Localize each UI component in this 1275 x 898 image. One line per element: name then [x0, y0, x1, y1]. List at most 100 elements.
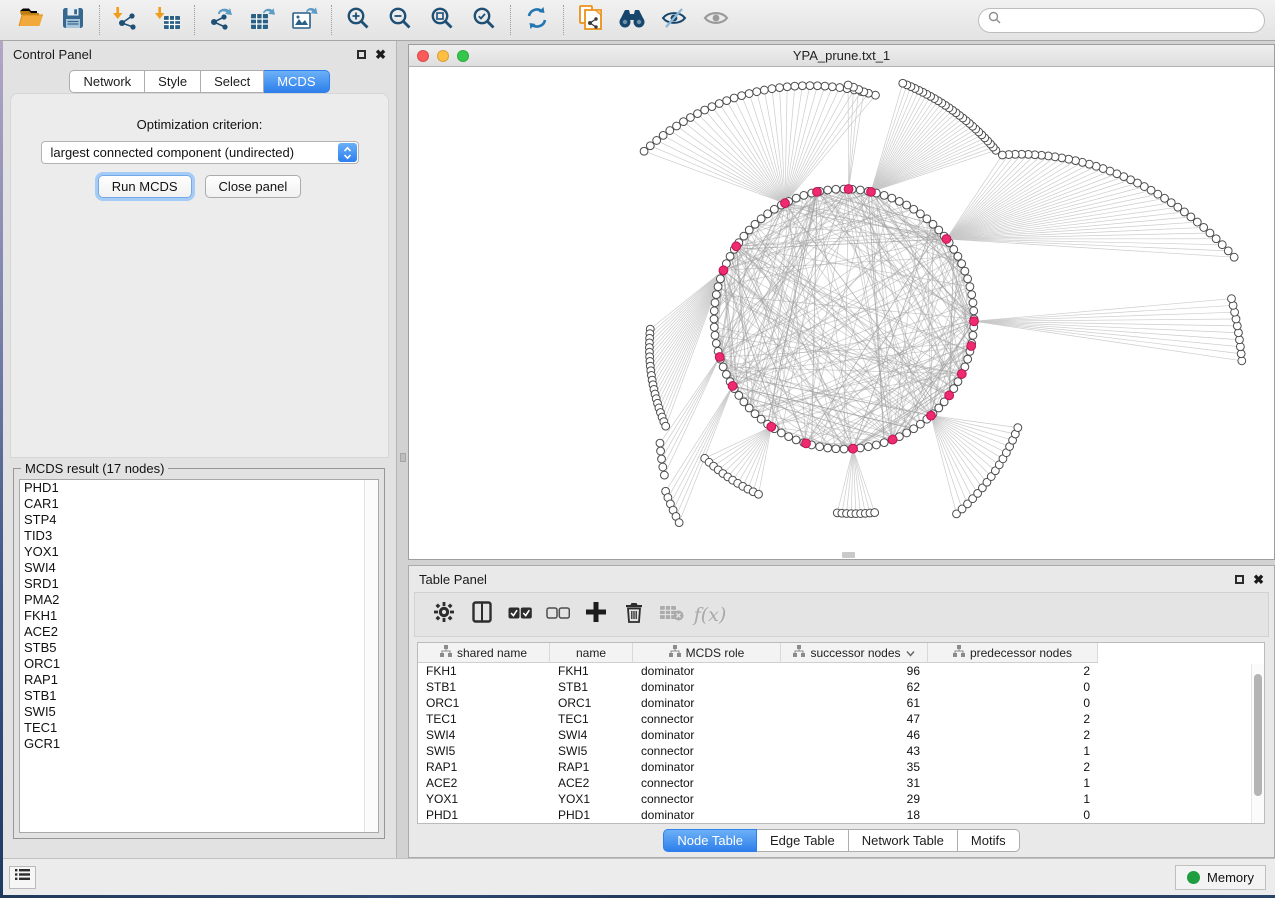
tab-style[interactable]: Style — [145, 70, 201, 93]
table-cell[interactable]: TEC1 — [550, 711, 633, 727]
table-row[interactable]: ACE2ACE2connector311 — [418, 775, 1264, 791]
table-settings-button[interactable] — [425, 597, 463, 633]
run-mcds-button[interactable]: Run MCDS — [98, 175, 192, 198]
table-cell[interactable]: connector — [633, 711, 781, 727]
zoom-out-button[interactable] — [379, 3, 421, 37]
network-splitter-grip[interactable] — [842, 552, 855, 558]
table-cell[interactable]: 1 — [928, 775, 1098, 791]
import-network-button[interactable] — [105, 3, 147, 37]
column-header-name[interactable]: name — [550, 643, 633, 663]
mcds-node-item[interactable]: TID3 — [20, 528, 378, 544]
close-table-panel-icon[interactable]: ✖ — [1253, 575, 1264, 584]
table-cell[interactable]: 0 — [928, 807, 1098, 823]
save-session-button[interactable] — [52, 3, 94, 37]
window-maximize-icon[interactable] — [457, 50, 469, 62]
table-row[interactable]: SWI4SWI4dominator462 — [418, 727, 1264, 743]
clone-network-button[interactable] — [569, 3, 611, 37]
mcds-node-item[interactable]: GCR1 — [20, 736, 378, 752]
table-cell[interactable]: dominator — [633, 807, 781, 823]
table-cell[interactable]: ORC1 — [550, 695, 633, 711]
table-cell[interactable]: 2 — [928, 727, 1098, 743]
mcds-node-item[interactable]: FKH1 — [20, 608, 378, 624]
export-network-button[interactable] — [200, 3, 242, 37]
table-cell[interactable]: 0 — [928, 695, 1098, 711]
table-cell[interactable]: ACE2 — [550, 775, 633, 791]
export-image-button[interactable] — [284, 3, 326, 37]
table-row[interactable]: PHD1PHD1dominator180 — [418, 807, 1264, 823]
table-row[interactable]: FKH1FKH1dominator962 — [418, 663, 1264, 679]
table-cell[interactable]: 1 — [928, 791, 1098, 807]
table-cell[interactable]: ACE2 — [418, 775, 550, 791]
column-header-successor-nodes[interactable]: successor nodes — [781, 643, 928, 663]
table-cell[interactable]: 2 — [928, 759, 1098, 775]
mcds-node-item[interactable]: RAP1 — [20, 672, 378, 688]
table-cell[interactable]: YOX1 — [550, 791, 633, 807]
mcds-node-item[interactable]: SWI5 — [20, 704, 378, 720]
table-cell[interactable]: 18 — [781, 807, 928, 823]
select-all-button[interactable] — [501, 597, 539, 633]
zoom-fit-button[interactable] — [421, 3, 463, 37]
show-all-button[interactable] — [695, 3, 737, 37]
mcds-node-item[interactable]: YOX1 — [20, 544, 378, 560]
window-close-icon[interactable] — [417, 50, 429, 62]
mcds-node-item[interactable]: PHD1 — [20, 480, 378, 496]
refresh-button[interactable] — [516, 3, 558, 37]
table-cell[interactable]: connector — [633, 791, 781, 807]
table-row[interactable]: ORC1ORC1dominator610 — [418, 695, 1264, 711]
table-cell[interactable]: 2 — [928, 663, 1098, 679]
table-cell[interactable]: 1 — [928, 743, 1098, 759]
find-button[interactable] — [611, 3, 653, 37]
table-cell[interactable]: PHD1 — [550, 807, 633, 823]
zoom-in-button[interactable] — [337, 3, 379, 37]
table-cell[interactable]: dominator — [633, 695, 781, 711]
show-columns-button[interactable] — [463, 597, 501, 633]
table-cell[interactable]: YOX1 — [418, 791, 550, 807]
mcds-node-item[interactable]: ORC1 — [20, 656, 378, 672]
table-cell[interactable]: RAP1 — [550, 759, 633, 775]
export-table-button[interactable] — [242, 3, 284, 37]
network-graph[interactable] — [409, 67, 1274, 559]
float-panel-icon[interactable] — [357, 50, 366, 59]
network-canvas[interactable] — [409, 67, 1274, 559]
mcds-node-item[interactable]: STP4 — [20, 512, 378, 528]
mcds-node-item[interactable]: SWI4 — [20, 560, 378, 576]
table-cell[interactable]: FKH1 — [418, 663, 550, 679]
open-file-button[interactable] — [10, 3, 52, 37]
column-header-shared-name[interactable]: shared name — [418, 643, 550, 663]
table-cell[interactable]: dominator — [633, 759, 781, 775]
table-cell[interactable]: dominator — [633, 663, 781, 679]
table-scrollbar[interactable] — [1251, 664, 1264, 823]
deselect-all-button[interactable] — [539, 597, 577, 633]
table-cell[interactable]: 61 — [781, 695, 928, 711]
mcds-node-item[interactable]: STB1 — [20, 688, 378, 704]
table-cell[interactable]: 31 — [781, 775, 928, 791]
table-scrollbar-thumb[interactable] — [1254, 674, 1262, 796]
import-table-button[interactable] — [147, 3, 189, 37]
function-builder-button[interactable]: f(x) — [691, 597, 729, 633]
table-cell[interactable]: SWI5 — [418, 743, 550, 759]
search-field[interactable] — [978, 8, 1265, 33]
mcds-list-scrollbar[interactable] — [364, 480, 378, 832]
table-cell[interactable]: dominator — [633, 727, 781, 743]
optimization-criterion-select[interactable]: largest connected component (undirected) — [41, 141, 359, 164]
table-cell[interactable]: 29 — [781, 791, 928, 807]
table-cell[interactable]: dominator — [633, 679, 781, 695]
table-cell[interactable]: PHD1 — [418, 807, 550, 823]
close-panel-button[interactable]: Close panel — [205, 175, 302, 198]
window-minimize-icon[interactable] — [437, 50, 449, 62]
mcds-node-item[interactable]: CAR1 — [20, 496, 378, 512]
table-row[interactable]: YOX1YOX1connector291 — [418, 791, 1264, 807]
table-row[interactable]: TEC1TEC1connector472 — [418, 711, 1264, 727]
delete-column-button[interactable] — [615, 597, 653, 633]
delete-table-button[interactable] — [653, 597, 691, 633]
table-cell[interactable]: 47 — [781, 711, 928, 727]
mcds-node-item[interactable]: TEC1 — [20, 720, 378, 736]
close-panel-icon[interactable]: ✖ — [375, 50, 386, 59]
divider-grip-icon[interactable] — [400, 453, 406, 462]
hide-selected-button[interactable] — [653, 3, 695, 37]
table-row[interactable]: SWI5SWI5connector431 — [418, 743, 1264, 759]
network-window-titlebar[interactable]: YPA_prune.txt_1 — [409, 45, 1274, 67]
memory-button[interactable]: Memory — [1175, 865, 1266, 890]
table-cell[interactable]: 96 — [781, 663, 928, 679]
tab-motifs[interactable]: Motifs — [958, 829, 1020, 852]
